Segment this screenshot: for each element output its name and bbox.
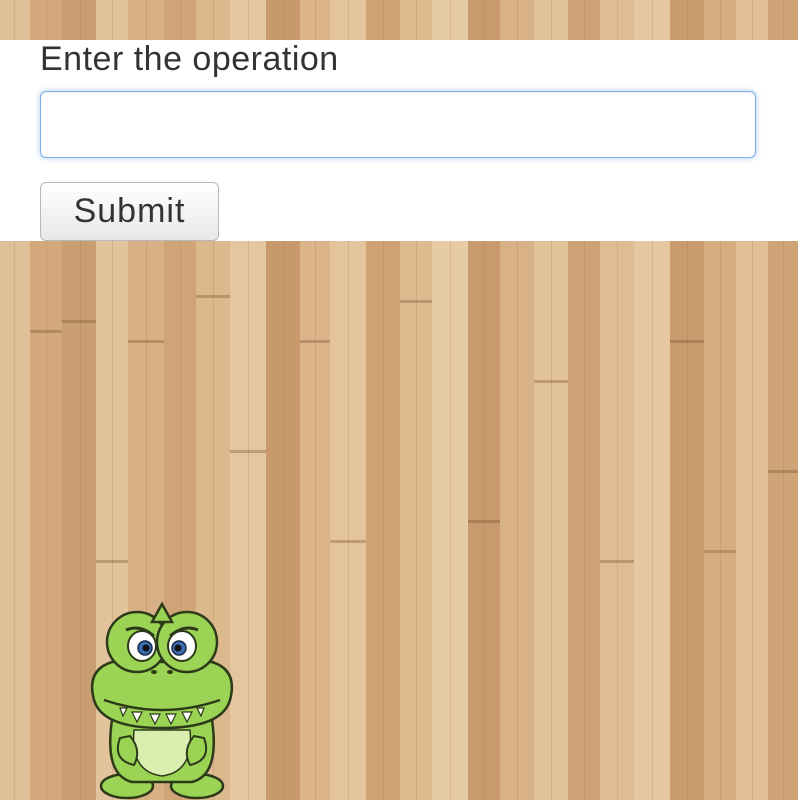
crocodile-character xyxy=(90,601,234,800)
submit-button[interactable]: Submit xyxy=(40,182,219,241)
operation-form: Enter the operation Submit xyxy=(0,40,798,241)
operation-label: Enter the operation xyxy=(40,40,339,78)
operation-input[interactable] xyxy=(40,91,756,158)
